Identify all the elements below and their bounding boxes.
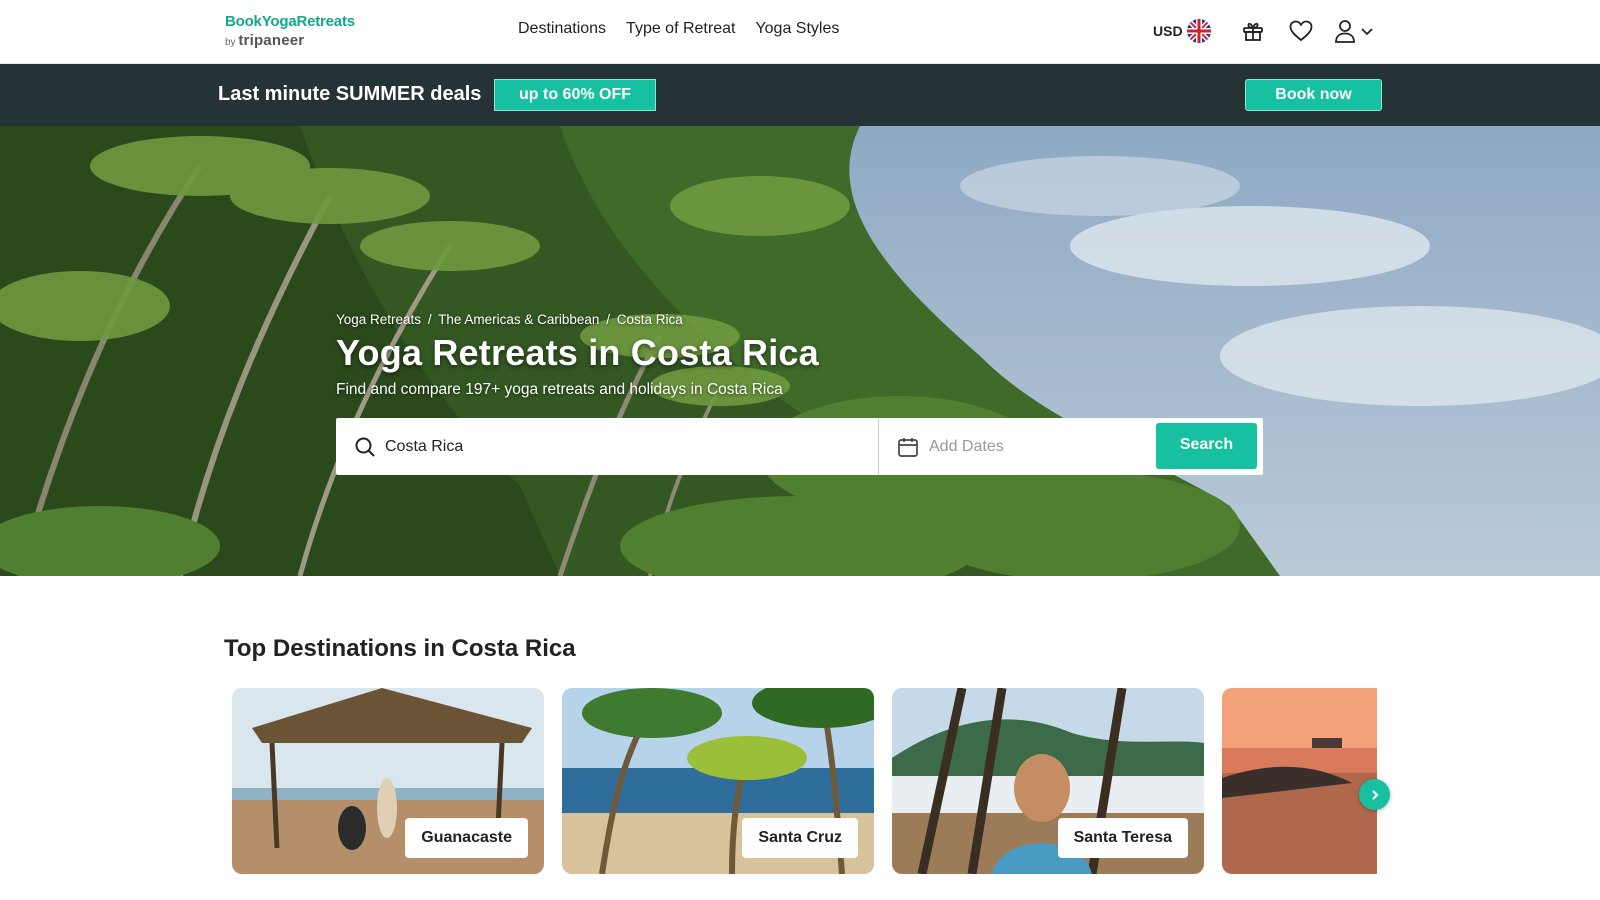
currency-selector[interactable]: USD: [1153, 19, 1211, 43]
page-title: Yoga Retreats in Costa Rica: [336, 332, 819, 373]
date-picker[interactable]: Add Dates: [879, 418, 1153, 475]
destination-image: [1222, 688, 1377, 874]
gift-icon[interactable]: [1239, 17, 1267, 45]
book-now-button[interactable]: Book now: [1245, 79, 1382, 111]
section-title: Top Destinations in Costa Rica: [224, 635, 576, 662]
nav-type-of-retreat[interactable]: Type of Retreat: [626, 20, 735, 38]
chevron-down-icon: [1360, 28, 1373, 36]
currency-label: USD: [1153, 23, 1183, 39]
destination-label: Santa Teresa: [1057, 818, 1188, 858]
search-bar: Costa Rica Add Dates Search: [336, 418, 1263, 475]
logo-sub: by tripaneer: [225, 32, 355, 49]
breadcrumb-yoga-retreats[interactable]: Yoga Retreats: [336, 312, 421, 327]
account-menu[interactable]: [1333, 18, 1375, 44]
site-logo[interactable]: BookYogaRetreats by tripaneer: [225, 13, 355, 49]
search-icon: [355, 437, 375, 457]
nav-destinations[interactable]: Destinations: [518, 20, 606, 38]
destination-label: Santa Cruz: [742, 818, 858, 858]
promo-badge: up to 60% OFF: [494, 79, 656, 111]
breadcrumb-separator: /: [427, 312, 432, 327]
destination-card-santa-teresa[interactable]: Santa Teresa: [892, 688, 1204, 874]
logo-brand: tripaneer: [238, 32, 305, 49]
header-actions: USD: [1153, 17, 1375, 45]
destination-card-santa-cruz[interactable]: Santa Cruz: [562, 688, 874, 874]
date-placeholder: Add Dates: [929, 437, 1004, 455]
page-subtitle: Find and compare 197+ yoga retreats and …: [336, 381, 783, 398]
promo-bar: Last minute SUMMER deals up to 60% OFF B…: [0, 64, 1600, 126]
heart-icon[interactable]: [1287, 17, 1315, 45]
logo-by: by: [225, 37, 236, 48]
user-icon: [1334, 20, 1355, 43]
breadcrumb-separator: /: [606, 312, 610, 327]
site-header: BookYogaRetreats by tripaneer Destinatio…: [0, 0, 1600, 64]
breadcrumb-americas-caribbean[interactable]: The Americas & Caribbean: [438, 312, 599, 327]
logo-name: BookYogaRetreats: [225, 13, 355, 30]
nav-yoga-styles[interactable]: Yoga Styles: [755, 20, 839, 38]
breadcrumb: Yoga Retreats / The Americas & Caribbean…: [336, 312, 683, 327]
uk-flag-icon: [1186, 19, 1211, 43]
main-nav: Destinations Type of Retreat Yoga Styles: [518, 20, 839, 38]
breadcrumb-costa-rica[interactable]: Costa Rica: [617, 312, 683, 327]
destination-carousel: Guanacaste Santa Cruz Santa Teresa: [232, 688, 1377, 874]
destination-card-4[interactable]: [1222, 688, 1377, 874]
promo-title: Last minute SUMMER deals: [218, 83, 482, 105]
destination-card-guanacaste[interactable]: Guanacaste: [232, 688, 544, 874]
chevron-right-icon: [1371, 789, 1379, 800]
search-input[interactable]: Costa Rica: [336, 418, 879, 475]
calendar-icon: [898, 437, 918, 457]
destination-label: Guanacaste: [405, 818, 528, 858]
hero-section: Yoga Retreats / The Americas & Caribbean…: [0, 126, 1600, 576]
search-button[interactable]: Search: [1156, 423, 1257, 469]
search-value: Costa Rica: [385, 437, 464, 455]
carousel-next-button[interactable]: [1359, 779, 1390, 810]
